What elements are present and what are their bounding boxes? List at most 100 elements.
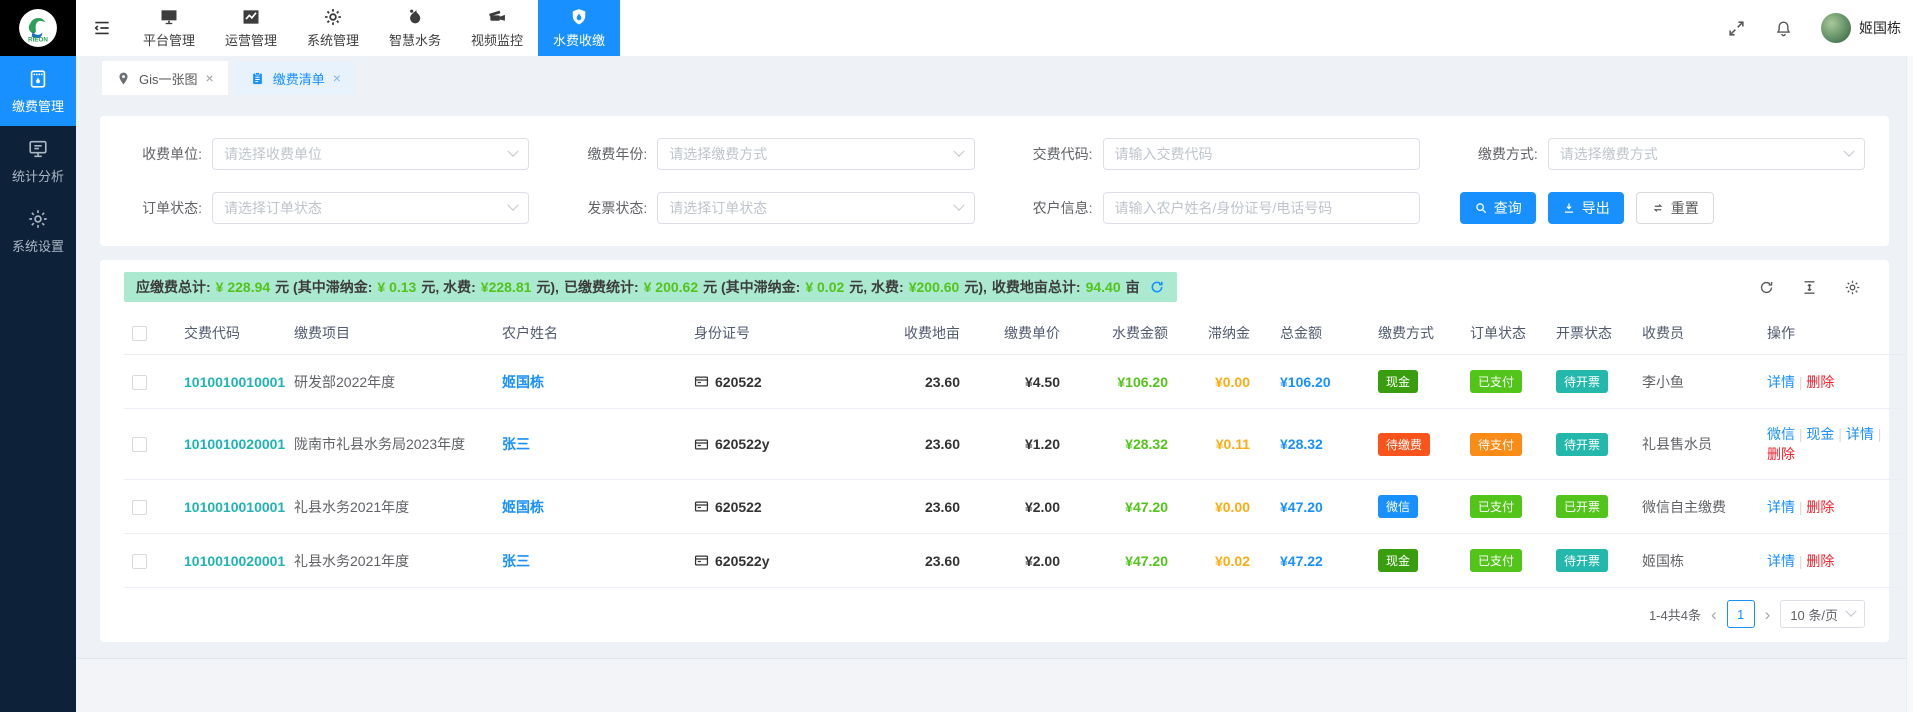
prev-page-icon[interactable]: ‹ (1711, 606, 1717, 623)
action-link[interactable]: 详情 (1767, 499, 1795, 515)
id-card-icon (694, 437, 709, 452)
reset-button[interactable]: 重置 (1636, 192, 1714, 224)
sidebar-item-payment-mgmt[interactable]: 缴费管理 (0, 56, 76, 126)
table-settings-gear-icon[interactable] (1844, 279, 1861, 296)
summary-value: ¥ 200.62 (644, 279, 699, 295)
svg-text:RIEON: RIEON (28, 37, 48, 44)
export-button[interactable]: 导出 (1548, 192, 1624, 224)
payment-year-select[interactable]: 请选择缴费方式 (657, 138, 974, 170)
payment-code-input-wrap (1103, 138, 1420, 170)
page-size-select[interactable]: 10 条/页 (1780, 600, 1865, 628)
id-card-icon (694, 499, 709, 514)
action-delete[interactable]: 删除 (1806, 499, 1834, 515)
action-delete[interactable]: 删除 (1806, 374, 1834, 390)
column-header: 缴费单价 (982, 312, 1082, 355)
column-height-icon[interactable] (1801, 279, 1818, 296)
user-menu[interactable]: 姬国栋 (1821, 13, 1901, 43)
gear-icon (323, 7, 343, 27)
action-link[interactable]: 详情 (1767, 374, 1795, 390)
charge-unit-select[interactable]: 请选择收费单位 (212, 138, 529, 170)
status-badge: 已支付 (1470, 549, 1522, 572)
water-fee-amount: ¥106.20 (1117, 374, 1168, 390)
column-header: 订单状态 (1462, 312, 1548, 355)
farmer-info-input[interactable] (1115, 200, 1408, 216)
action-delete[interactable]: 删除 (1806, 553, 1834, 569)
filter-buttons: 查询 导出 重置 (1460, 192, 1865, 224)
row-checkbox[interactable] (132, 554, 147, 569)
action-link[interactable]: 微信 (1767, 426, 1795, 442)
payment-method-select[interactable]: 请选择缴费方式 (1548, 138, 1865, 170)
tab-gis-map[interactable]: Gis一张图 × (102, 61, 228, 95)
refresh-icon[interactable] (1758, 279, 1775, 296)
select-all-checkbox[interactable] (132, 326, 147, 341)
menu-item-label: 水费收缴 (553, 30, 605, 49)
payment-project: 陇南市礼县水务局2023年度 (286, 409, 494, 480)
column-header: 收费地亩 (894, 312, 982, 355)
app-logo[interactable]: RIEON (0, 0, 76, 56)
row-checkbox[interactable] (132, 375, 147, 390)
action-delete[interactable]: 删除 (1767, 446, 1795, 462)
late-fee: ¥0.00 (1215, 374, 1250, 390)
tab-close-icon[interactable]: × (333, 70, 341, 86)
bell-icon[interactable] (1774, 19, 1793, 38)
status-badge: 待开票 (1556, 370, 1608, 393)
invoice-status-select[interactable]: 请选择订单状态 (657, 192, 974, 224)
unit-price: ¥2.00 (1025, 553, 1060, 569)
farmer-name-link[interactable]: 姬国栋 (502, 374, 544, 390)
filter-payment-code: 交费代码: (1015, 138, 1420, 170)
farmer-name-link[interactable]: 张三 (502, 553, 530, 569)
payment-code-input[interactable] (1115, 146, 1408, 162)
sidebar-item-settings[interactable]: 系统设置 (0, 196, 76, 266)
page-content: 收费单位: 请选择收费单位 缴费年份: 请选择缴费方式 (76, 100, 1913, 658)
summary-label: 应缴费总计: (136, 277, 211, 297)
farmer-name-link[interactable]: 张三 (502, 436, 530, 452)
filter-farmer-info: 农户信息: (1015, 192, 1420, 224)
menu-item-water-fee[interactable]: 水费收缴 (538, 0, 620, 56)
menu-item-label: 视频监控 (471, 30, 523, 49)
page-scrollbar[interactable] (1906, 56, 1913, 712)
sidebar-item-label: 统计分析 (12, 166, 64, 185)
page-number-button[interactable]: 1 (1727, 600, 1755, 628)
menu-item-platform[interactable]: 平台管理 (128, 0, 210, 56)
action-link[interactable]: 详情 (1846, 426, 1874, 442)
summary-label: 已缴费统计: (564, 277, 639, 297)
fullscreen-icon[interactable] (1727, 19, 1746, 38)
action-link[interactable]: 现金 (1806, 426, 1834, 442)
summary-refresh-icon[interactable] (1149, 279, 1165, 295)
table-toolbar: 应缴费总计:¥ 228.94元 (其中滞纳金:¥ 0.13元, 水费:¥228.… (124, 272, 1865, 302)
summary-value: ¥200.60 (909, 279, 960, 295)
charge-area: 23.60 (925, 436, 960, 452)
menu-item-video[interactable]: 视频监控 (456, 0, 538, 56)
tab-payment-list[interactable]: 缴费清单 × (236, 61, 355, 95)
tab-label: Gis一张图 (139, 69, 198, 88)
sidebar-item-statistics[interactable]: 统计分析 (0, 126, 76, 196)
stats-monitor-icon (27, 138, 49, 160)
payment-table-panel: 应缴费总计:¥ 228.94元 (其中滞纳金:¥ 0.13元, 水费:¥228.… (100, 260, 1889, 642)
row-checkbox[interactable] (132, 437, 147, 452)
menu-item-smart-water[interactable]: 智慧水务 (374, 0, 456, 56)
summary-value: ¥ 228.94 (216, 279, 271, 295)
chevron-down-icon (953, 200, 964, 211)
water-fee-amount: ¥47.20 (1125, 553, 1168, 569)
collector: 姬国栋 (1634, 534, 1759, 588)
logo-icon: RIEON (18, 8, 58, 48)
total-amount: ¥47.22 (1280, 553, 1323, 569)
collector: 李小鱼 (1634, 355, 1759, 409)
farmer-name-link[interactable]: 姬国栋 (502, 499, 544, 515)
next-page-icon[interactable]: › (1765, 606, 1771, 623)
menu-item-system[interactable]: 系统管理 (292, 0, 374, 56)
menu-item-operations[interactable]: 运营管理 (210, 0, 292, 56)
collector: 礼县售水员 (1634, 409, 1759, 480)
summary-value: ¥228.81 (481, 279, 532, 295)
tab-close-icon[interactable]: × (206, 70, 214, 86)
order-status-select[interactable]: 请选择订单状态 (212, 192, 529, 224)
action-link[interactable]: 详情 (1767, 553, 1795, 569)
topbar: 平台管理 运营管理 系统管理 (76, 0, 1913, 56)
menu-collapse-icon[interactable] (76, 0, 128, 56)
water-fee-amount: ¥28.32 (1125, 436, 1168, 452)
filter-label: 订单状态: (124, 198, 202, 218)
total-amount: ¥47.20 (1280, 499, 1323, 515)
search-button[interactable]: 查询 (1460, 192, 1536, 224)
row-checkbox[interactable] (132, 500, 147, 515)
payment-project: 研发部2022年度 (286, 355, 494, 409)
